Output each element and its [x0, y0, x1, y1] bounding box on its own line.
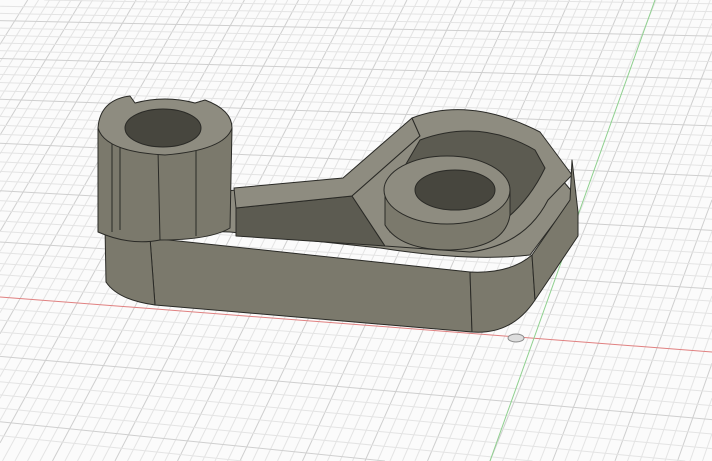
- origin-marker[interactable]: [507, 333, 525, 343]
- grid-line: [689, 397, 712, 461]
- grid-line: [0, 20, 712, 37]
- grid-line: [0, 407, 533, 461]
- base-right-corner: [469, 254, 536, 333]
- grid-line: [0, 27, 712, 45]
- gear-post-hole: [124, 108, 202, 148]
- boss-hole: [414, 169, 496, 211]
- grid-line: [602, 168, 712, 461]
- grid-line: [702, 433, 712, 461]
- grid-line: [0, 381, 712, 450]
- 3d-viewport[interactable]: [0, 0, 712, 461]
- grid-line: [0, 0, 39, 63]
- grid-line: [0, 50, 712, 71]
- 3d-model-part[interactable]: [97, 95, 579, 333]
- grid-line: [652, 295, 712, 461]
- grid-line: [0, 368, 712, 435]
- grid-line: [0, 435, 243, 461]
- canvas[interactable]: [0, 0, 712, 461]
- grid-line: [0, 394, 686, 461]
- grid-line: [0, 319, 712, 379]
- grid-line: [0, 343, 712, 407]
